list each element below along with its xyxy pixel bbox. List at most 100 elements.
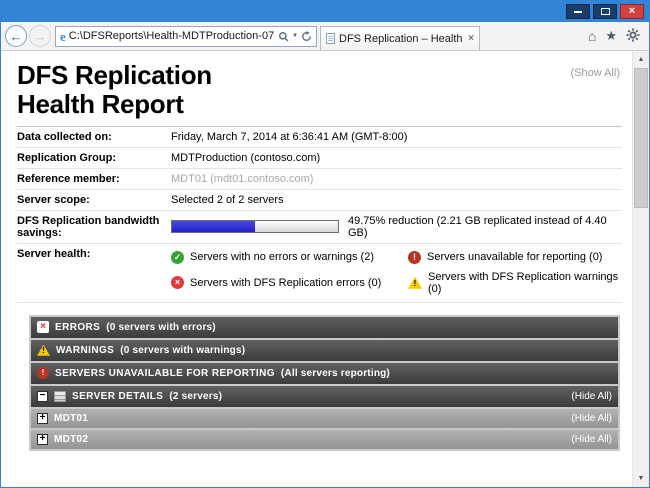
tools-button[interactable]	[626, 28, 640, 45]
back-button[interactable]: ←	[5, 25, 27, 47]
field-label: Data collected on:	[17, 131, 171, 143]
section-subtitle: (0 servers with warnings)	[120, 345, 245, 356]
section-errors[interactable]: × ERRORS (0 servers with errors)	[31, 317, 618, 338]
favorites-button[interactable]: ★	[605, 28, 617, 44]
back-icon: ←	[10, 29, 23, 44]
hide-all-link[interactable]: (Hide All)	[571, 413, 612, 424]
report-header: DFS Replication Health Report (Show All)	[17, 55, 622, 126]
section-subtitle: (0 servers with errors)	[106, 322, 216, 333]
bandwidth-bar-fill	[172, 221, 255, 232]
maximize-icon	[601, 8, 610, 15]
field-label: DFS Replication bandwidth savings:	[17, 215, 171, 239]
report-sections: × ERRORS (0 servers with errors) ! WARNI…	[29, 315, 620, 451]
warning-triangle-icon: !	[408, 277, 422, 289]
section-unavailable[interactable]: ! SERVERS UNAVAILABLE FOR REPORTING (All…	[31, 363, 618, 384]
star-icon: ★	[605, 28, 617, 44]
hide-all-link[interactable]: (Hide All)	[571, 391, 612, 402]
health-item-ok: ✓ Servers with no errors or warnings (2)	[171, 251, 408, 264]
field-value: Friday, March 7, 2014 at 6:36:41 AM (GMT…	[171, 131, 622, 143]
title-line-2: Health Report	[17, 89, 184, 119]
address-bar[interactable]: e C:\DFSReports\Health-MDTProduction-07M…	[55, 26, 317, 47]
section-server-details[interactable]: − SERVER DETAILS (2 servers) (Hide All)	[31, 386, 618, 407]
error-cross-icon: ×	[37, 321, 49, 333]
section-title: SERVER DETAILS	[72, 391, 163, 402]
chevron-down-icon[interactable]: ▼	[292, 33, 298, 39]
section-title: ERRORS	[55, 322, 100, 333]
health-item-unavailable: ! Servers unavailable for reporting (0)	[408, 251, 622, 264]
expand-button[interactable]: +	[37, 434, 48, 445]
report-fields: Data collected on: Friday, March 7, 2014…	[17, 126, 622, 303]
scroll-down-button[interactable]: ▼	[633, 470, 649, 487]
health-text: Servers unavailable for reporting (0)	[427, 251, 602, 263]
page-icon	[326, 33, 335, 44]
tab-title: DFS Replication – Health Re...	[339, 33, 464, 45]
check-circle-icon: ✓	[171, 251, 184, 264]
title-line-1: DFS Replication	[17, 60, 212, 90]
expand-button[interactable]: +	[37, 413, 48, 424]
browser-toolbar: ← → e C:\DFSReports\Health-MDTProduction…	[1, 22, 649, 51]
server-row-mdt02[interactable]: + MDT02 (Hide All)	[31, 430, 618, 449]
title-bar[interactable]: ×	[1, 1, 649, 22]
field-value: MDT01 (mdt01.contoso.com)	[171, 173, 622, 185]
health-item-warnings: ! Servers with DFS Replication warnings …	[408, 271, 622, 295]
health-text: Servers with no errors or warnings (2)	[190, 251, 374, 263]
warning-triangle-icon: !	[37, 345, 50, 356]
home-button[interactable]: ⌂	[588, 28, 596, 44]
server-health-grid: ✓ Servers with no errors or warnings (2)…	[171, 248, 622, 298]
section-title: SERVERS UNAVAILABLE FOR REPORTING	[55, 368, 275, 379]
exclamation-circle-icon: !	[408, 251, 421, 264]
page-title: DFS Replication Health Report	[17, 61, 212, 120]
field-row-replication-group: Replication Group: MDTProduction (contos…	[17, 148, 622, 169]
field-value: Selected 2 of 2 servers	[171, 194, 622, 206]
section-subtitle: (2 servers)	[169, 391, 222, 402]
content-area: DFS Replication Health Report (Show All)…	[1, 51, 649, 487]
field-label: Server health:	[17, 248, 171, 298]
server-icon	[54, 391, 66, 402]
forward-button[interactable]: →	[29, 25, 51, 47]
scroll-up-icon: ▲	[638, 56, 645, 63]
server-row-mdt01[interactable]: + MDT01 (Hide All)	[31, 409, 618, 428]
field-label: Replication Group:	[17, 152, 171, 164]
scroll-up-button[interactable]: ▲	[633, 51, 649, 68]
field-label: Reference member:	[17, 173, 171, 185]
section-warnings[interactable]: ! WARNINGS (0 servers with warnings)	[31, 340, 618, 361]
cross-circle-icon: ×	[171, 276, 184, 289]
report-page: DFS Replication Health Report (Show All)…	[1, 51, 632, 487]
section-subtitle: (All servers reporting)	[281, 368, 390, 379]
field-row-reference-member: Reference member: MDT01 (mdt01.contoso.c…	[17, 169, 622, 190]
field-row-server-scope: Server scope: Selected 2 of 2 servers	[17, 190, 622, 211]
field-value: MDTProduction (contoso.com)	[171, 152, 622, 164]
tab-dfs-report[interactable]: DFS Replication – Health Re... ×	[320, 26, 480, 50]
minimize-icon	[574, 11, 582, 13]
scrollbar-track[interactable]	[633, 68, 649, 470]
field-label: Server scope:	[17, 194, 171, 206]
refresh-icon[interactable]	[301, 31, 312, 42]
gear-icon	[626, 28, 640, 45]
address-text: C:\DFSReports\Health-MDTProduction-07M	[69, 30, 275, 42]
scrollbar-thumb[interactable]	[634, 68, 648, 208]
ie-icon: e	[60, 30, 66, 43]
forward-icon: →	[34, 29, 47, 44]
toolbar-right-icons: ⌂ ★	[588, 28, 645, 45]
home-icon: ⌂	[588, 28, 596, 44]
show-all-link[interactable]: (Show All)	[570, 67, 620, 79]
close-icon: ×	[629, 6, 635, 17]
tab-close-button[interactable]: ×	[468, 33, 474, 44]
hide-all-link[interactable]: (Hide All)	[571, 434, 612, 445]
search-icon[interactable]	[278, 31, 289, 42]
health-text: Servers with DFS Replication warnings (0…	[428, 271, 622, 295]
minimize-button[interactable]	[566, 4, 590, 19]
health-text: Servers with DFS Replication errors (0)	[190, 277, 381, 289]
health-item-errors: × Servers with DFS Replication errors (0…	[171, 271, 408, 295]
close-button[interactable]: ×	[620, 4, 644, 19]
vertical-scrollbar: ▲ ▼	[632, 51, 649, 487]
server-name: MDT02	[54, 434, 88, 445]
bandwidth-row: DFS Replication bandwidth savings: 49.75…	[17, 211, 622, 244]
browser-window: × ← → e C:\DFSReports\Health-MDTProducti…	[0, 0, 650, 488]
maximize-button[interactable]	[593, 4, 617, 19]
field-row-data-collected: Data collected on: Friday, March 7, 2014…	[17, 127, 622, 148]
bandwidth-text: 49.75% reduction (2.21 GB replicated ins…	[348, 215, 622, 239]
collapse-button[interactable]: −	[37, 391, 48, 402]
server-name: MDT01	[54, 413, 88, 424]
exclamation-circle-icon: !	[37, 367, 49, 379]
